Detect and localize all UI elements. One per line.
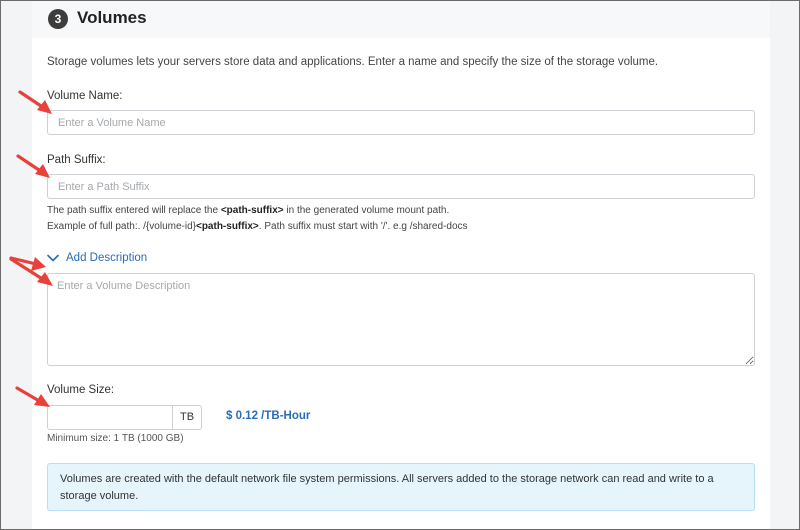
volume-size-unit: TB xyxy=(172,405,202,430)
section-intro: Storage volumes lets your servers store … xyxy=(47,56,659,68)
path-suffix-help-line2: Example of full path:. /{volume-id}<path… xyxy=(47,221,468,232)
step-number-badge: 3 xyxy=(48,9,68,29)
volume-price: $ 0.12 /TB-Hour xyxy=(226,410,311,422)
section-title: Volumes xyxy=(77,8,147,27)
minimum-size-note: Minimum size: 1 TB (1000 GB) xyxy=(47,433,184,444)
annotation-arrow-icon xyxy=(16,154,50,178)
volume-name-input[interactable] xyxy=(47,110,755,135)
annotation-double-arrow-icon xyxy=(9,256,53,286)
path-suffix-label: Path Suffix: xyxy=(47,154,106,166)
add-description-label: Add Description xyxy=(66,252,148,264)
path-suffix-help-line1: The path suffix entered will replace the… xyxy=(47,205,450,216)
info-text: Volumes are created with the default net… xyxy=(60,473,714,502)
section-header: 3 Volumes xyxy=(32,0,770,38)
annotation-arrow-icon xyxy=(15,386,50,407)
permissions-info-box: Volumes are created with the default net… xyxy=(47,463,755,511)
volume-description-textarea[interactable] xyxy=(47,273,755,366)
volume-name-label: Volume Name: xyxy=(47,90,123,102)
volume-size-input[interactable] xyxy=(47,405,172,430)
path-suffix-input[interactable] xyxy=(47,174,755,199)
volumes-section-card: 3 Volumes Storage volumes lets your serv… xyxy=(32,0,770,530)
annotation-arrow-icon xyxy=(18,90,52,114)
volume-size-label: Volume Size: xyxy=(47,384,115,396)
